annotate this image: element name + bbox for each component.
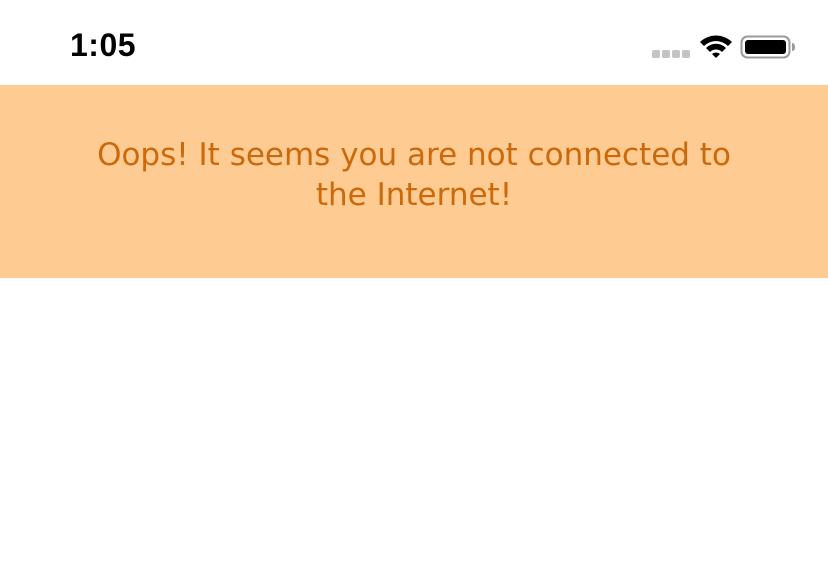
battery-icon	[740, 35, 795, 59]
wifi-icon	[700, 35, 732, 58]
content-area	[0, 278, 828, 568]
app-screen: 1:05 Oops! It seems you are not connecte…	[0, 0, 828, 568]
status-time: 1:05	[70, 27, 137, 63]
cellular-signal-icon	[652, 50, 690, 58]
offline-banner: Oops! It seems you are not connected to …	[0, 85, 828, 278]
status-bar: 1:05	[0, 0, 828, 85]
offline-message: Oops! It seems you are not connected to …	[97, 137, 731, 213]
